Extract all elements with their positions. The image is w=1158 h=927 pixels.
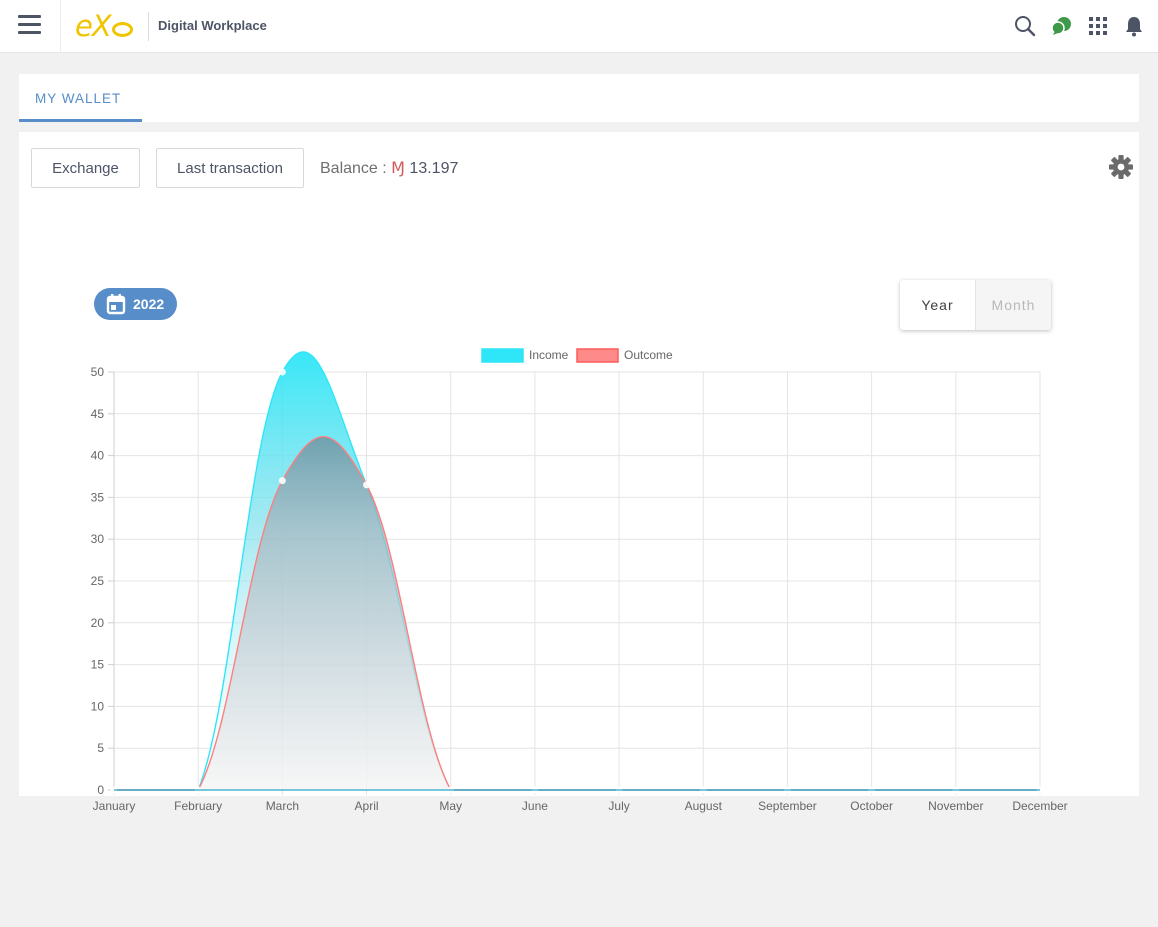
x-tick-label: September (758, 799, 817, 813)
balance-label: Balance : (320, 160, 392, 177)
notification-bell-icon[interactable] (1122, 14, 1146, 38)
apps-grid-icon[interactable] (1086, 14, 1110, 38)
x-tick-label: June (522, 799, 548, 813)
toggle-month-button[interactable]: Month (975, 280, 1051, 330)
app-title: Digital Workplace (158, 18, 267, 33)
gear-icon[interactable] (1108, 154, 1134, 180)
balance-value: 13.197 (409, 160, 459, 177)
x-tick-label: December (1012, 799, 1067, 813)
tab-bar: MY WALLET (19, 74, 1139, 122)
last-transaction-button[interactable]: Last transaction (156, 148, 304, 188)
divider (148, 12, 149, 41)
x-tick-label: March (266, 799, 299, 813)
exo-logo[interactable]: eX (75, 9, 133, 43)
x-tick-label: August (685, 799, 723, 813)
x-tick-label: November (928, 799, 983, 813)
toggle-year-button[interactable]: Year (900, 280, 975, 330)
year-chip-label: 2022 (133, 296, 165, 312)
currency-symbol: Ɱ (391, 160, 405, 177)
x-tick-label: October (850, 799, 893, 813)
tab-my-wallet[interactable]: MY WALLET (19, 74, 142, 122)
top-bar: eX Digital Workplace (0, 0, 1158, 53)
period-toggle: Year Month (900, 280, 1051, 330)
tab-label: MY WALLET (35, 91, 122, 106)
hamburger-menu-icon[interactable] (18, 15, 41, 35)
x-tick-label: July (608, 799, 629, 813)
divider (60, 0, 61, 53)
chat-icon[interactable] (1050, 14, 1074, 38)
x-tick-label: April (355, 799, 379, 813)
x-tick-label: January (93, 799, 136, 813)
year-chip[interactable]: 2022 (94, 288, 177, 320)
x-tick-label: May (439, 799, 462, 813)
wallet-panel: Exchange Last transaction Balance : Ɱ 13… (19, 132, 1139, 796)
balance: Balance : Ɱ 13.197 (320, 158, 458, 178)
search-icon[interactable] (1013, 14, 1037, 38)
calendar-icon (106, 294, 126, 315)
x-tick-label: February (174, 799, 222, 813)
exchange-button[interactable]: Exchange (31, 148, 140, 188)
